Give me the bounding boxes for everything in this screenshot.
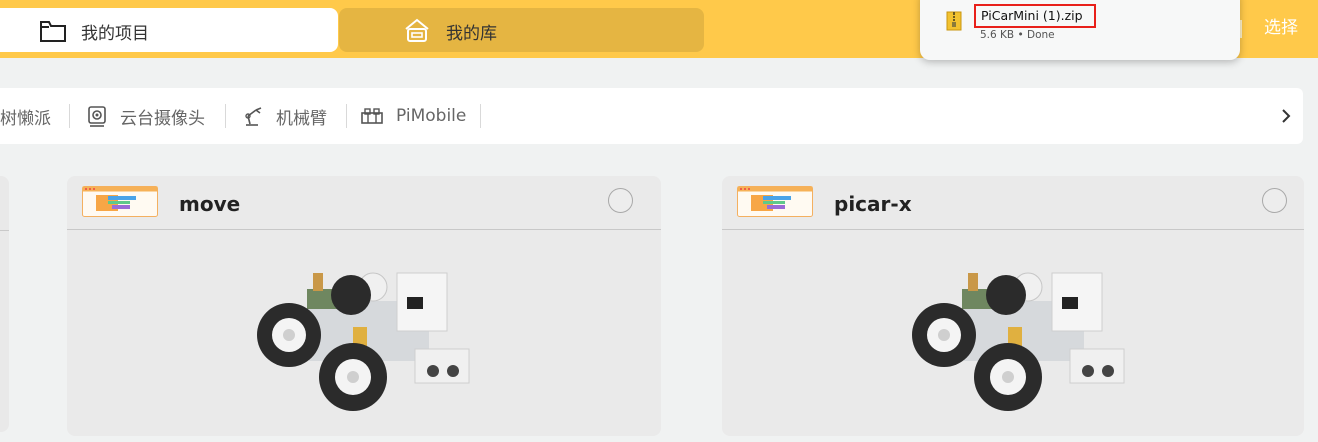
tab-label: 我的项目: [81, 24, 149, 44]
category-shulanpai[interactable]: 树懒派: [0, 102, 51, 130]
project-thumbnail: [737, 186, 813, 217]
tab-my-library[interactable]: 我的库: [339, 8, 704, 52]
library-icon: [405, 18, 429, 42]
category-camera[interactable]: 云台摄像头: [86, 102, 205, 130]
project-select-radio[interactable]: [1262, 188, 1287, 213]
download-file-name[interactable]: PiCarMini (1).zip: [974, 4, 1096, 28]
zip-file-icon: [946, 11, 962, 31]
category-pimobile[interactable]: PiMobile: [360, 102, 466, 130]
tab-my-projects[interactable]: 我的项目: [0, 8, 338, 52]
camera-icon: [88, 106, 106, 127]
category-label: PiMobile: [396, 106, 467, 126]
tab-label: 我的库: [446, 24, 497, 44]
category-separator: [69, 104, 70, 128]
project-thumbnail: [82, 186, 158, 217]
pimobile-icon: [361, 108, 383, 124]
category-label: 机械臂: [276, 108, 327, 129]
category-robot-arm[interactable]: 机械臂: [242, 102, 327, 130]
category-separator: [225, 104, 226, 128]
robot-car-image: [257, 272, 470, 411]
category-label: 云台摄像头: [120, 108, 205, 129]
project-title: move: [179, 192, 241, 216]
card-divider: [722, 229, 1304, 230]
project-card-move[interactable]: move: [67, 176, 661, 436]
robot-arm-icon: [245, 107, 262, 126]
chevron-right-icon[interactable]: [1278, 104, 1294, 128]
card-divider: [67, 229, 661, 230]
project-card-picar-x[interactable]: picar-x: [722, 176, 1304, 436]
project-title: picar-x: [834, 192, 912, 216]
download-status: 5.6 KB • Done: [980, 29, 1055, 41]
category-bar: 树懒派 云台摄像头 机械臂 PiMobile: [0, 88, 1303, 144]
select-button[interactable]: 选择: [1258, 15, 1304, 41]
folder-icon: [40, 21, 66, 42]
robot-car-image: [912, 272, 1125, 411]
category-separator: [480, 104, 481, 128]
category-separator: [346, 104, 347, 128]
project-card-partial[interactable]: [0, 176, 9, 432]
download-popup[interactable]: PiCarMini (1).zip 5.6 KB • Done: [920, 0, 1240, 60]
project-select-radio[interactable]: [608, 188, 633, 213]
category-label: 树懒派: [0, 108, 51, 129]
